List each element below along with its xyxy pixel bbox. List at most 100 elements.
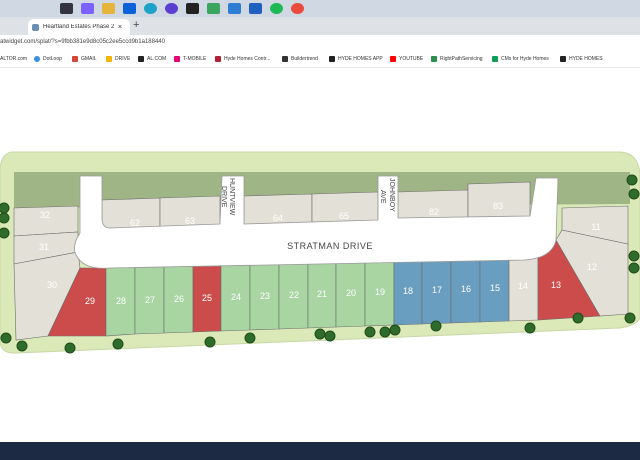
lot-number-label: 14 [518,281,528,291]
bookmark-item[interactable]: HYDE HOMES APP [329,56,383,62]
edge-icon[interactable] [144,3,157,14]
tree-icon [379,326,391,338]
dropbox-icon[interactable] [123,3,136,14]
browser-tab-bar: Heartland Estates Phase 2 on × + [0,17,640,35]
tree-icon [628,188,640,200]
spotify-icon[interactable] [270,3,283,14]
lot-number-label: 31 [39,242,49,252]
tree-icon [0,202,10,214]
bookmark-item[interactable]: DRIVE [106,56,130,62]
app-icon-4[interactable] [207,3,220,14]
bookmark-item[interactable]: T-MOBILE [174,56,206,62]
tree-icon [244,332,256,344]
photos-icon[interactable] [228,3,241,14]
lot-number-label: 15 [490,283,500,293]
street-label-johnboy-1: JOHNBOY [388,178,395,212]
site-plan-map[interactable]: 32 31 30 29 28 27 26 25 24 23 22 21 20 19 18 17 16 15 14 13… [0,68,640,442]
tab-inactive[interactable] [0,19,26,35]
alcom-icon [138,56,144,62]
lot-number-label: 21 [317,289,327,299]
new-tab-button[interactable]: + [133,19,139,31]
tree-icon [16,340,28,352]
tree-icon [430,320,442,332]
rightpath-icon [431,56,437,62]
tree-icon [0,227,10,239]
tree-icon [64,342,76,354]
street-label-johnboy-2: AVE [379,190,386,204]
bookmark-item[interactable]: GMAIL [72,56,97,62]
app-icon-2[interactable] [165,3,178,14]
lot-number-label: 11 [591,222,600,232]
street-label-huntview-2: DRIVE [220,186,227,208]
site-plan-canvas: 32 31 30 29 28 27 26 25 24 23 22 21 20 19 18 17 16 15 14 13… [0,68,640,442]
bookmark-item[interactable]: CMs for Hyde Homes [492,56,549,62]
bookmarks-bar: ALTOR.com DotLoop GMAIL DRIVE AL.COM T-M… [0,52,640,68]
bookmark-item[interactable]: Buildertrend [282,56,318,62]
tree-icon [624,312,636,324]
lot-number-label: 27 [145,295,155,305]
lot-number-label: 13 [551,280,561,290]
tree-icon [204,336,216,348]
bookmark-item[interactable]: RightPathServicing [431,56,483,62]
buildertrend-icon [282,56,288,62]
chrome-icon[interactable] [291,3,304,14]
tree-icon [572,312,584,324]
hyde-app-icon [329,56,335,62]
app-icon-5[interactable] [249,3,262,14]
tmobile-icon [174,56,180,62]
flag-icon [215,56,221,62]
lot-number-label: 30 [47,280,57,290]
bookmark-item[interactable]: YOUTUBE [390,56,423,62]
bookmark-item[interactable]: AL.COM [138,56,166,62]
lot-number-label: 18 [403,286,413,296]
folder-icon[interactable] [102,3,115,14]
bookmark-item[interactable]: ALTOR.com [0,56,27,62]
lot-number-label: 19 [375,287,385,297]
lot-number-label: 64 [273,213,283,223]
bookmark-item[interactable]: Hyde Homes Contr... [215,56,270,62]
lot-number-label: 63 [185,216,195,226]
sheets-icon [492,56,498,62]
tree-icon [626,174,638,186]
lot-number-label: 82 [429,207,439,217]
youtube-icon [390,56,396,62]
app-icon-1[interactable] [81,3,94,14]
lot-number-label: 29 [85,296,95,306]
app-icon-3[interactable] [186,3,199,14]
lot-number-label: 28 [116,296,126,306]
tree-icon [0,332,12,344]
lot-number-label: 20 [346,288,356,298]
lot-number-label: 25 [202,293,212,303]
address-toolbar: atwidget.com/splat/?s=9fbb381e9d8c05c2ee… [0,35,640,53]
dotloop-icon [34,56,40,62]
hyde-homes-icon [560,56,566,62]
tree-icon [112,338,124,350]
lot-number-label: 62 [130,218,140,228]
lot-number-label: 32 [40,210,50,220]
lot-number-label: 26 [174,294,184,304]
tree-icon [314,328,326,340]
tree-icon [628,250,640,262]
tree-icon [0,212,10,224]
drive-icon [106,56,112,62]
lot-number-label: 83 [493,201,503,211]
tab-title: Heartland Estates Phase 2 on [43,24,115,30]
tab-active[interactable]: Heartland Estates Phase 2 on × [28,19,130,35]
tab-favicon-icon [32,23,39,31]
page-footer-bar [0,442,640,460]
bookmark-item[interactable]: HYDE HOMES [560,56,603,62]
url-field[interactable]: atwidget.com/splat/?s=9fbb381e9d8c05c2ee… [0,39,165,45]
tab-close-icon[interactable]: × [118,24,122,31]
street-label-stratman: STRATMAN DRIVE [287,241,373,251]
bookmark-item[interactable]: DotLoop [34,56,62,62]
os-taskbar [0,0,640,17]
lot-number-label: 24 [231,292,241,302]
lot-number-label: 12 [587,262,597,272]
lot-number-label: 65 [339,211,349,221]
lot-number-label: 16 [461,284,471,294]
gmail-icon [72,56,78,62]
window-switch-icon[interactable] [60,3,73,14]
tree-icon [628,262,640,274]
tree-icon [389,324,401,336]
tree-icon [364,326,376,338]
